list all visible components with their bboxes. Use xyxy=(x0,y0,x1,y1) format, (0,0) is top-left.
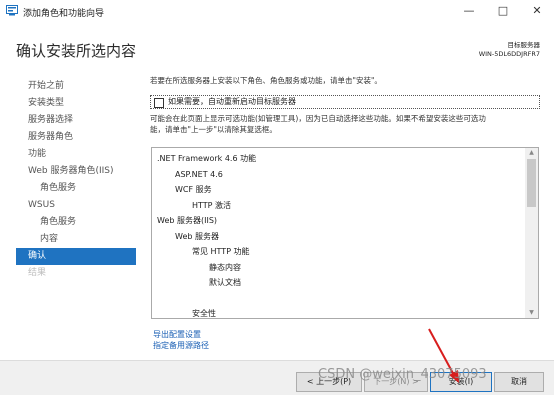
feature-list-item: HTTP 激活 xyxy=(192,200,232,210)
action-links: 导出配置设置 指定备用源路径 xyxy=(153,329,209,351)
feature-list-item: ASP.NET 4.6 xyxy=(175,169,223,179)
nav-item: 结果 xyxy=(28,268,47,278)
feature-list-item: Web 服务器(IIS) xyxy=(157,216,218,225)
restart-checkbox-label: 如果需要，自动重新启动目标服务器 xyxy=(168,97,296,106)
watermark-text: CSDN @weixin_43075093 xyxy=(318,367,487,382)
nav-item[interactable]: 角色服务 xyxy=(16,180,136,197)
close-button[interactable]: ✕ xyxy=(520,0,554,22)
feature-list-item: 静态内容 xyxy=(209,262,241,272)
cancel-button[interactable]: 取消 xyxy=(494,372,544,392)
feature-list-item: WCF 服务 xyxy=(175,185,212,194)
target-server-label: 目标服务器 xyxy=(507,41,541,49)
note-line-1: 可能会在此页面上显示可选功能(如管理工具)，因为已自动选择这些功能。如果不希望安… xyxy=(150,114,486,123)
selected-features-list[interactable]: .NET Framework 4.6 功能 ASP.NET 4.6 WCF 服务 HT… xyxy=(151,147,539,319)
wizard-nav: 开始之前 安装类型 服务器选择 服务器角色 功能 Web 服务器角色(IIS) 角色服务 WS… xyxy=(16,78,136,282)
feature-list-item: .NET Framework 4.6 功能 xyxy=(157,154,257,163)
vertical-scrollbar[interactable]: ▲ ▼ xyxy=(525,148,538,318)
nav-item[interactable]: 服务器角色 xyxy=(16,129,136,146)
nav-item[interactable]: 服务器选择 xyxy=(16,112,136,129)
nav-item[interactable]: 开始之前 xyxy=(16,78,136,95)
scroll-down-icon[interactable]: ▼ xyxy=(525,308,538,318)
content-pane: 若要在所选服务器上安装以下角色、角色服务或功能，请单击"安装"。 如果需要，自动… xyxy=(150,75,540,319)
feature-list-item: 默认文档 xyxy=(209,278,241,287)
target-server-name: WIN-5DL6DDJRFR7 xyxy=(478,50,540,58)
nav-item[interactable]: 功能 xyxy=(16,146,136,163)
features-list-content: .NET Framework 4.6 功能 ASP.NET 4.6 WCF 服务 HT… xyxy=(152,148,524,318)
optional-features-note: 可能会在此页面上显示可选功能(如管理工具)，因为已自动选择这些功能。如果不希望安… xyxy=(150,113,486,135)
nav-item[interactable]: 内容 xyxy=(16,231,136,248)
feature-list-item xyxy=(152,291,524,307)
nav-item[interactable]: WSUS xyxy=(16,197,136,214)
maximize-icon: □ xyxy=(497,4,509,17)
feature-list-item: Web 服务器 xyxy=(175,231,219,241)
intro-text: 若要在所选服务器上安装以下角色、角色服务或功能，请单击"安装"。 xyxy=(150,76,382,85)
page-title: 确认安装所选内容 xyxy=(16,42,137,60)
nav-item[interactable]: 角色服务 xyxy=(16,214,136,231)
alternate-source-link[interactable]: 指定备用源路径 xyxy=(153,340,209,351)
window-title: 添加角色和功能向导 xyxy=(23,9,105,19)
scroll-thumb[interactable] xyxy=(527,159,536,207)
note-line-2: 能，请单击"上一步"以清除其复选框。 xyxy=(150,125,277,134)
feature-list-item: 安全性 xyxy=(192,309,216,318)
maximize-button[interactable]: □ xyxy=(486,0,520,22)
nav-item[interactable]: Web 服务器角色(IIS) xyxy=(16,163,136,180)
restart-option[interactable]: 如果需要，自动重新启动目标服务器 xyxy=(150,95,540,109)
nav-item[interactable]: 确认 xyxy=(16,248,136,265)
target-server-info: 目标服务器 WIN-5DL6DDJRFR7 xyxy=(479,41,540,59)
close-icon: ✕ xyxy=(532,4,542,17)
title-bar: 添加角色和功能向导 — □ ✕ xyxy=(0,0,554,22)
export-config-link[interactable]: 导出配置设置 xyxy=(153,329,209,340)
feature-list-item: 常见 HTTP 功能 xyxy=(192,247,250,256)
minimize-icon: — xyxy=(463,4,475,17)
restart-checkbox[interactable] xyxy=(154,98,164,108)
server-manager-icon xyxy=(6,5,18,16)
scroll-up-icon[interactable]: ▲ xyxy=(525,148,538,158)
minimize-button[interactable]: — xyxy=(452,0,486,22)
nav-item[interactable]: 安装类型 xyxy=(16,95,136,112)
